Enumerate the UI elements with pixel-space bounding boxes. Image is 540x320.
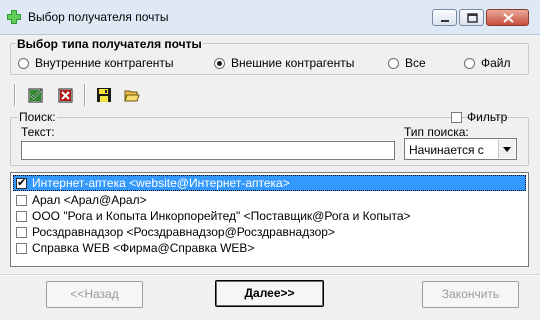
- radio-file[interactable]: Файл: [464, 56, 511, 70]
- search-text-label: Текст:: [21, 125, 55, 139]
- list-item-checkbox[interactable]: [16, 242, 27, 254]
- list-item[interactable]: Росздравнадзор <Росздравнадзор@Росздравн…: [13, 224, 526, 240]
- next-button[interactable]: Далее>>: [215, 280, 324, 307]
- check-all-icon[interactable]: [28, 87, 44, 103]
- list-item-checkbox[interactable]: [16, 210, 27, 222]
- maximize-button[interactable]: [459, 9, 484, 26]
- radio-dot[interactable]: [18, 57, 29, 69]
- search-type-select[interactable]: Начинается с: [404, 138, 517, 160]
- toolbar-separator: [14, 84, 16, 106]
- filter-checkbox-box[interactable]: [451, 111, 462, 123]
- save-icon[interactable]: [96, 87, 112, 103]
- app-plus-icon: [7, 10, 21, 24]
- dropdown-arrow[interactable]: [498, 140, 515, 158]
- radio-dot[interactable]: [388, 57, 399, 69]
- radio-dot[interactable]: [214, 57, 225, 69]
- finish-button[interactable]: Закончить: [422, 281, 519, 308]
- search-legend: Поиск:: [18, 110, 57, 124]
- radio-label: Внутренние контрагенты: [35, 56, 174, 70]
- uncheck-all-icon[interactable]: [58, 87, 74, 103]
- list-item-label: ООО "Рога и Копыта Инкорпорейтед" <Поста…: [32, 209, 411, 223]
- close-icon: [503, 13, 514, 23]
- list-item[interactable]: Арал <Арал@Арал>: [13, 192, 526, 208]
- radio-external[interactable]: Внешние контрагенты: [214, 56, 354, 70]
- search-type-label: Тип поиска:: [404, 125, 469, 139]
- minimize-icon: [441, 20, 449, 22]
- maximize-icon: [467, 13, 478, 23]
- recipient-type-legend: Выбор типа получателя почты: [16, 37, 203, 51]
- toolbar-separator: [84, 84, 86, 106]
- recipient-list[interactable]: ✔ Интернет-аптека <website@Интернет-апте…: [10, 172, 529, 267]
- chevron-down-icon: [503, 147, 511, 152]
- list-item-checkbox[interactable]: [16, 194, 27, 206]
- list-item-label: Арал <Арал@Арал>: [32, 193, 147, 207]
- back-button[interactable]: <<Назад: [46, 281, 143, 308]
- list-item-label: Справка WEB <Фирма@Справка WEB>: [32, 241, 255, 255]
- list-item[interactable]: Справка WEB <Фирма@Справка WEB>: [13, 240, 526, 256]
- filter-checkbox[interactable]: Фильтр: [451, 110, 507, 124]
- radio-internal[interactable]: Внутренние контрагенты: [18, 56, 174, 70]
- search-text-input[interactable]: [21, 141, 395, 160]
- toolbar: [12, 80, 152, 110]
- list-item-checkbox[interactable]: [16, 226, 27, 238]
- title-bar[interactable]: Выбор получателя почты: [0, 0, 540, 35]
- footer-divider: [0, 274, 540, 276]
- search-type-value: Начинается с: [409, 143, 484, 157]
- radio-label: Все: [405, 56, 426, 70]
- minimize-button[interactable]: [432, 9, 457, 26]
- radio-dot[interactable]: [464, 57, 475, 69]
- list-item-label: Росздравнадзор <Росздравнадзор@Росздравн…: [32, 225, 335, 239]
- filter-label: Фильтр: [467, 110, 508, 124]
- list-item-checkbox[interactable]: ✔: [16, 176, 27, 189]
- close-button[interactable]: [486, 9, 529, 26]
- list-item[interactable]: ✔ Интернет-аптека <website@Интернет-апте…: [13, 175, 526, 191]
- list-item-label: Интернет-аптека <website@Интернет-аптека…: [32, 176, 290, 190]
- list-item[interactable]: ООО "Рога и Копыта Инкорпорейтед" <Поста…: [13, 208, 526, 224]
- check-icon: ✔: [17, 176, 27, 189]
- window-title: Выбор получателя почты: [28, 10, 169, 24]
- radio-all[interactable]: Все: [388, 56, 426, 70]
- radio-label: Внешние контрагенты: [231, 56, 355, 70]
- radio-label: Файл: [481, 56, 511, 70]
- open-folder-icon[interactable]: [124, 87, 140, 103]
